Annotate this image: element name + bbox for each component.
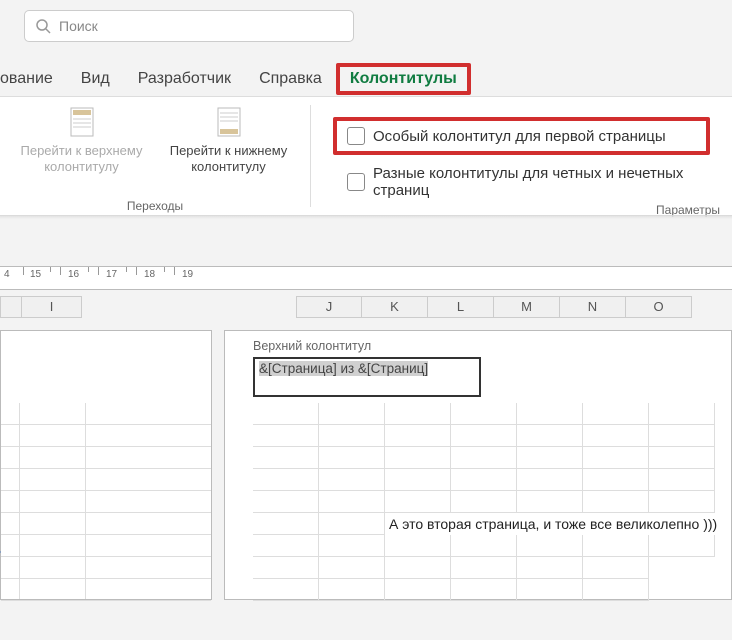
worksheet-area: Верхний колонтитул &[Страница] из &[Стра…: [0, 330, 732, 600]
different-first-page-checkbox[interactable]: Особый колонтитул для первой страницы: [333, 117, 710, 155]
column-headers: I J K L M N O: [0, 296, 732, 318]
ribbon-tabs: ование Вид Разработчик Справка Колонтиту…: [0, 62, 732, 96]
group-navigation-label: Переходы: [12, 195, 298, 213]
goto-header-button[interactable]: Перейти к верхнему колонтитулу: [12, 103, 151, 195]
group-options-label: Параметры: [323, 199, 720, 217]
col-header-K[interactable]: K: [362, 296, 428, 318]
col-header-J[interactable]: J: [296, 296, 362, 318]
search-input[interactable]: Поиск: [24, 10, 354, 42]
row-marker-icon: [0, 547, 1, 557]
ruler-num: 18: [144, 269, 155, 280]
tab-view[interactable]: Вид: [67, 64, 124, 94]
different-odd-even-label: Разные колонтитулы для четных и нечетных…: [373, 165, 710, 199]
checkbox-icon: [347, 173, 365, 191]
search-icon: [35, 18, 51, 34]
ruler-num: 16: [68, 269, 79, 280]
ruler-num: 19: [182, 269, 193, 280]
col-header-M[interactable]: M: [494, 296, 560, 318]
horizontal-ruler[interactable]: 4 15 16 17 18 19: [0, 266, 732, 290]
tab-help[interactable]: Справка: [245, 64, 336, 94]
goto-footer-button[interactable]: Перейти к нижнему колонтитулу: [159, 103, 298, 195]
tab-header-footer[interactable]: Колонтитулы: [350, 70, 457, 88]
header-area-label: Верхний колонтитул: [253, 339, 371, 353]
tab-header-footer-highlight: Колонтитулы: [336, 63, 471, 95]
col-gap: [82, 296, 296, 318]
footer-icon: [215, 105, 243, 139]
tab-partial[interactable]: ование: [0, 64, 67, 94]
rowcol-corner[interactable]: [0, 296, 22, 318]
goto-header-label: Перейти к верхнему колонтитулу: [12, 143, 151, 174]
page-right[interactable]: Верхний колонтитул &[Страница] из &[Стра…: [224, 330, 732, 600]
header-icon: [68, 105, 96, 139]
search-placeholder: Поиск: [59, 18, 98, 34]
col-header-O[interactable]: O: [626, 296, 692, 318]
col-header-I[interactable]: I: [22, 296, 82, 318]
header-code-text: &[Страница] из &[Страниц]: [259, 361, 428, 376]
different-first-page-label: Особый колонтитул для первой страницы: [373, 128, 666, 145]
ribbon: Перейти к верхнему колонтитулу Перейти к…: [0, 96, 732, 216]
page-left[interactable]: [0, 330, 212, 600]
checkbox-icon: [347, 127, 365, 145]
goto-footer-label: Перейти к нижнему колонтитулу: [159, 143, 298, 174]
cell-content[interactable]: А это вторая страница, и тоже все велико…: [385, 515, 721, 533]
tab-developer[interactable]: Разработчик: [124, 64, 245, 94]
col-header-N[interactable]: N: [560, 296, 626, 318]
different-odd-even-checkbox[interactable]: Разные колонтитулы для четных и нечетных…: [333, 165, 710, 199]
ruler-num: 4: [4, 269, 10, 280]
header-edit-box[interactable]: &[Страница] из &[Страниц]: [253, 357, 481, 397]
ruler-num: 17: [106, 269, 117, 280]
col-header-L[interactable]: L: [428, 296, 494, 318]
ruler-num: 15: [30, 269, 41, 280]
